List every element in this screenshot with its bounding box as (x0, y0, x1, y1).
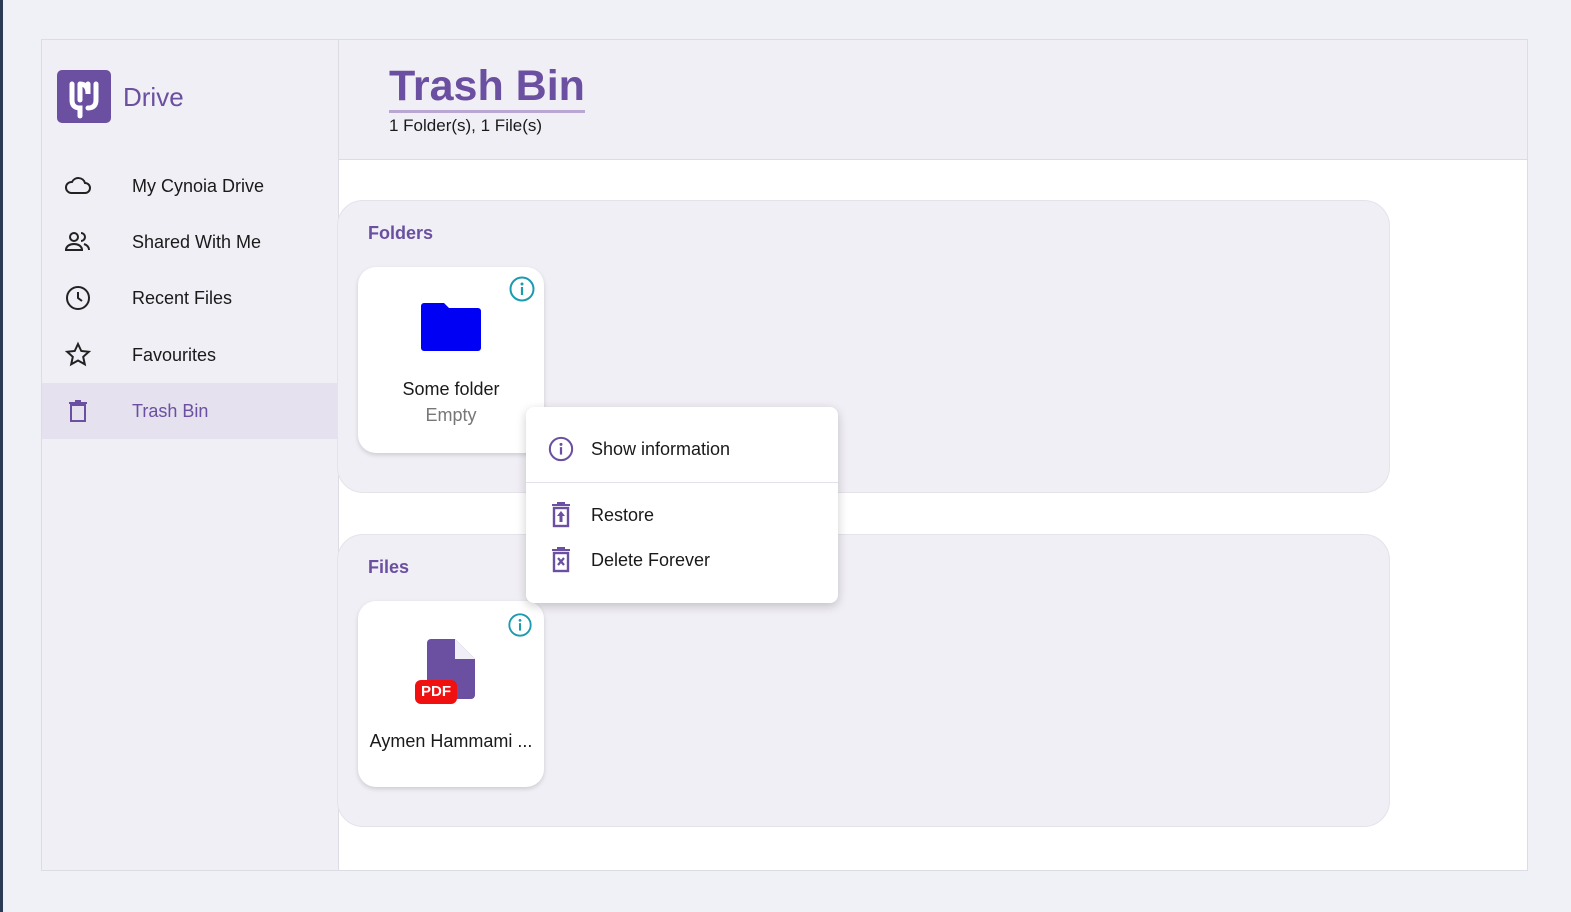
menu-item-label: Delete Forever (591, 549, 711, 570)
trash-icon (69, 400, 87, 422)
menu-item-restore[interactable]: Restore (526, 495, 838, 535)
folder-card[interactable]: Some folder Empty (358, 267, 544, 453)
page-title: Trash Bin (389, 62, 585, 113)
window-edge (0, 0, 3, 912)
sidebar-item-label: Trash Bin (132, 400, 209, 421)
sidebar-item-my-drive[interactable]: My Cynoia Drive (42, 158, 338, 214)
sidebar-item-label: Recent Files (132, 287, 233, 308)
menu-item-delete-forever[interactable]: Delete Forever (526, 540, 838, 580)
sidebar-item-favourites[interactable]: Favourites (42, 327, 338, 383)
menu-item-label: Restore (591, 504, 655, 525)
menu-divider (526, 482, 838, 483)
star-icon (64, 341, 92, 367)
item-count: 1 Folder(s), 1 File(s) (389, 116, 543, 135)
trash-delete-icon (552, 547, 570, 573)
info-icon[interactable] (507, 612, 533, 638)
people-icon (64, 232, 90, 251)
sidebar-item-label: Favourites (132, 344, 217, 365)
file-name: Aymen Hammami ... (369, 731, 533, 751)
folder-status: Empty (425, 405, 477, 425)
clock-icon (66, 286, 90, 310)
files-section: Files PDF Aymen Hammami ... (337, 534, 1390, 827)
pdf-badge: PDF (415, 680, 457, 704)
menu-item-label: Show information (591, 438, 731, 459)
info-icon[interactable] (508, 275, 536, 303)
brand-name: Drive (123, 82, 184, 112)
section-title: Files (368, 557, 410, 577)
cloud-icon (65, 177, 91, 194)
folders-section: Folders Some folder Empty (337, 200, 1390, 493)
folder-icon (421, 303, 481, 351)
sidebar-item-shared[interactable]: Shared With Me (42, 214, 338, 270)
trash-restore-icon (552, 502, 570, 528)
sidebar-item-label: My Cynoia Drive (132, 175, 265, 196)
file-card[interactable]: PDF Aymen Hammami ... (358, 601, 544, 787)
logo (57, 70, 111, 123)
menu-item-show-information[interactable]: Show information (526, 429, 838, 469)
info-icon (548, 436, 574, 462)
folder-name: Some folder (402, 379, 500, 399)
sidebar-item-trash[interactable]: Trash Bin (42, 383, 338, 439)
sidebar-item-label: Shared With Me (132, 231, 262, 252)
page-header: Trash Bin 1 Folder(s), 1 File(s) (339, 40, 1527, 160)
context-menu: Show information Restore Delete Forever (526, 407, 838, 603)
sidebar-item-recent[interactable]: Recent Files (42, 270, 338, 326)
sidebar: Drive My Cynoia Drive Shared With Me Rec… (42, 40, 339, 870)
section-title: Folders (368, 223, 434, 243)
